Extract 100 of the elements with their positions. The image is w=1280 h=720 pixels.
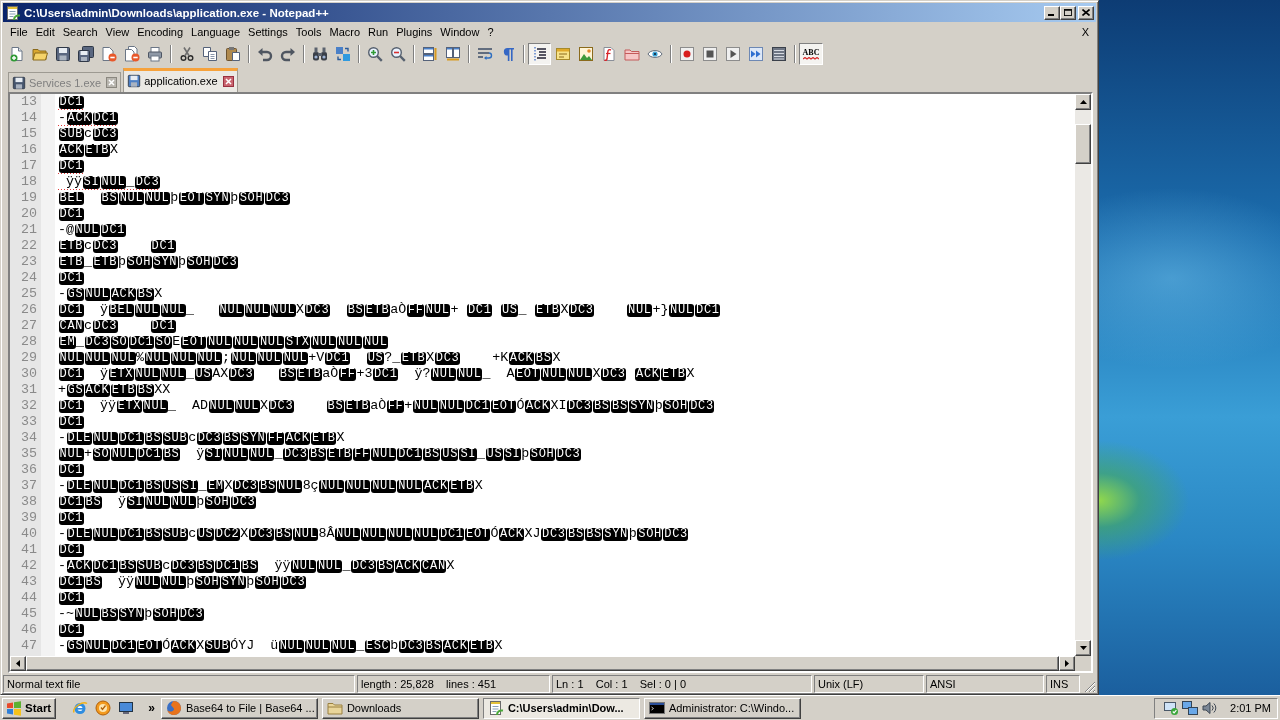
page-curve-icon: [600, 45, 617, 62]
menu-item[interactable]: Encoding: [133, 24, 188, 40]
status-line-ending: Unix (LF): [814, 675, 924, 693]
zoom-out-icon: [389, 45, 406, 62]
status-caret-position: Ln : 1 Col : 1 Sel : 0 | 0: [552, 675, 812, 693]
line-number: 33: [21, 414, 37, 430]
code-line: DC1 BS ÿÿNUL NUL þSOH SYN þSOH DC3: [58, 574, 307, 590]
menu-item[interactable]: ?: [483, 24, 498, 40]
line-number: 19: [21, 190, 37, 206]
close-button[interactable]: [1078, 5, 1094, 20]
minimize-button[interactable]: [1044, 5, 1060, 20]
file-tab[interactable]: application.exe: [123, 68, 238, 92]
scroll-down-button[interactable]: [1075, 640, 1091, 656]
line-number: 45: [21, 606, 37, 622]
taskbar-button[interactable]: Administrator: C:\Windo...: [643, 697, 801, 719]
down-arrow-icon: [1079, 646, 1087, 650]
wavy-line-icon: [803, 56, 819, 60]
close-icon[interactable]: [106, 77, 118, 88]
code-line: +GS ACK ETB BSXX: [58, 382, 171, 398]
code-line: -DLE NUL DC1 BS SUBc DC3 BS SYN FF ACK ETBX: [58, 430, 345, 446]
vertical-scrollbar[interactable]: [1075, 94, 1091, 656]
grid-icon: [770, 45, 787, 62]
resize-grip-icon[interactable]: [1084, 681, 1096, 693]
code-line: DC1: [58, 94, 84, 110]
printer-icon: [146, 45, 163, 62]
line-number: 37: [21, 478, 37, 494]
code-line: DC1 ÿBEL NUL NUL_ NUL NUL NULXDC3 BS ETBaÒ FF NUL+ DC1 US_ ETBX DC3 NUL+}NUL DC1: [58, 302, 721, 318]
line-number: 21: [21, 222, 37, 238]
quick-launch-more-button[interactable]: »: [146, 701, 157, 715]
menu-item[interactable]: View: [101, 24, 134, 40]
browser-icon[interactable]: [72, 700, 89, 716]
pages-icon: [201, 45, 218, 62]
line-number: 38: [21, 494, 37, 510]
window-title: C:\Users\admin\Downloads\application.exe - Notepad++: [24, 6, 329, 19]
page-minus-icon: [100, 45, 117, 62]
menu-item[interactable]: Tools: [291, 24, 326, 40]
maximize-button[interactable]: [1060, 5, 1076, 20]
taskbar-button[interactable]: C:\Users\admin\Dow...: [482, 697, 640, 719]
side-by-side-windows-icon: [444, 45, 461, 62]
line-number: 28: [21, 334, 37, 350]
menu-item[interactable]: Search: [58, 24, 102, 40]
up-arrow-icon: [1079, 100, 1087, 104]
line-number: 14: [21, 110, 37, 126]
code-line: ETB_ETB þ SOH SYN þ SOH DC3: [58, 254, 239, 270]
close-icon[interactable]: [222, 75, 234, 87]
menu-item[interactable]: Window: [436, 24, 484, 40]
taskbar-button[interactable]: Downloads: [321, 697, 479, 719]
line-number: 40: [21, 526, 37, 542]
status-file-type: Normal text file: [3, 675, 355, 693]
menu-item[interactable]: Run: [364, 24, 393, 40]
taskbar-button[interactable]: Base64 to File | Base64 ...: [160, 697, 318, 719]
windows-flag-icon: [6, 700, 22, 716]
code-line: -DLE NUL DC1 BS SUBc US DC2XDC3 BS NUL8ÂNUL NUL NUL NUL DC1 EOTÓACKXJ DC3 BS BS SYN þ SOH DC3: [58, 526, 689, 542]
folder-icon: [326, 700, 343, 716]
menu-item[interactable]: Edit: [31, 24, 59, 40]
menu-item[interactable]: Plugins: [392, 24, 437, 40]
menu-item[interactable]: Macro: [325, 24, 365, 40]
line-number: 30: [21, 366, 37, 382]
code-line: DC1 BS ÿSI NUL NUL þSOH DC3: [58, 494, 257, 510]
speaker-icon[interactable]: [1201, 700, 1218, 716]
line-number: 18: [21, 174, 37, 190]
line-number: 23: [21, 254, 37, 270]
right-arrow-icon: [1065, 660, 1069, 667]
start-button[interactable]: Start: [2, 697, 57, 719]
line-number: 42: [21, 558, 37, 574]
monitor-icon[interactable]: [118, 700, 135, 716]
status-document-stats: length : 25,828 lines : 451: [357, 675, 550, 693]
menu-item[interactable]: Settings: [244, 24, 292, 40]
scrollbar-thumb[interactable]: [1075, 124, 1091, 164]
scroll-left-button[interactable]: [10, 656, 26, 671]
code-line: DC1: [58, 158, 84, 174]
line-number: 36: [21, 462, 37, 478]
monitor-check-icon[interactable]: [1163, 700, 1180, 716]
indent-guide-button[interactable]: [528, 42, 551, 65]
menu-item[interactable]: Language: [187, 24, 245, 40]
line-number: 24: [21, 270, 37, 286]
wrap-lines-icon: [476, 45, 493, 62]
status-insert-mode: INS: [1046, 675, 1080, 693]
scroll-up-button[interactable]: [1075, 94, 1091, 110]
spell-check-button[interactable]: ABC: [799, 42, 823, 65]
line-number: 43: [21, 574, 37, 590]
status-encoding: ANSI: [926, 675, 1044, 693]
maximize-icon: [1064, 9, 1072, 16]
code-line: NUL+SO NUL DC1 BS ÿSI NUL NUL_DC3 BS ETB FF NUL DC1 BS US SI_US SI þSOH DC3: [58, 446, 582, 462]
scroll-right-button[interactable]: [1059, 656, 1075, 671]
line-number: 26: [21, 302, 37, 318]
close-document-button[interactable]: X: [1078, 26, 1092, 38]
notepad-icon: [487, 700, 504, 716]
menu-item[interactable]: File: [6, 24, 32, 40]
round-emblem-icon[interactable]: [95, 700, 112, 716]
two-monitors-icon[interactable]: [1182, 700, 1199, 716]
globe-icon: [165, 700, 182, 716]
code-line: EM_DC3 SO DC1 SOEEOT NUL NUL NUL STX NUL NUL NUL: [58, 334, 389, 350]
scrollbar-corner: [1075, 656, 1091, 671]
line-number: 20: [21, 206, 37, 222]
clock: 2:01 PM: [1230, 702, 1271, 714]
page-plus-icon: [8, 45, 25, 62]
play-icon: [724, 45, 741, 62]
line-number: 25: [21, 286, 37, 302]
line-number: 44: [21, 590, 37, 606]
